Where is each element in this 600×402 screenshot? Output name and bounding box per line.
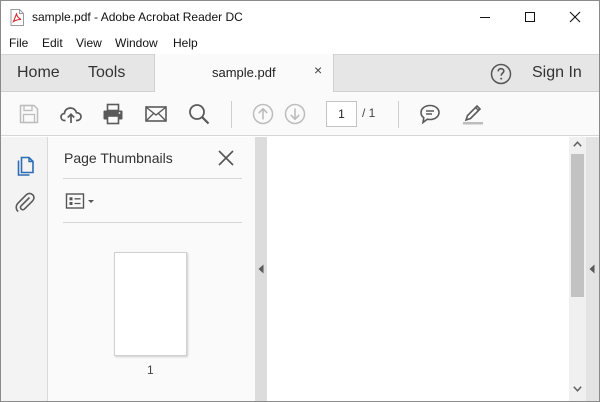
tab-bar: Home Tools sample.pdf × Sign In (1, 54, 599, 92)
close-icon[interactable] (216, 148, 236, 168)
document-view[interactable] (267, 137, 569, 401)
panel-divider (63, 178, 242, 179)
close-icon (569, 11, 580, 23)
minimize-icon (479, 17, 490, 18)
minimize-button[interactable] (462, 1, 507, 33)
page-total: / 1 (362, 106, 376, 120)
collapse-left-icon (258, 264, 264, 274)
document-tab-close-button[interactable]: × (314, 62, 322, 78)
thumbnail-page-label: 1 (147, 363, 154, 377)
menu-help[interactable]: Help (173, 36, 198, 50)
page-thumbnail[interactable] (114, 252, 187, 356)
vertical-scrollbar[interactable] (569, 137, 586, 401)
title-bar: sample.pdf - Adobe Acrobat Reader DC (1, 1, 599, 33)
scroll-up-icon[interactable] (573, 141, 582, 147)
search-icon[interactable] (187, 102, 211, 126)
right-pane-expand-splitter[interactable] (586, 137, 599, 401)
help-circle-icon[interactable] (490, 63, 512, 85)
toolbar-separator (231, 101, 232, 128)
panel-collapse-splitter[interactable] (255, 137, 267, 401)
pdf-file-icon (10, 9, 24, 26)
tools-tab[interactable]: Tools (88, 64, 125, 82)
page-thumbnails-panel: Page Thumbnails 1 (48, 137, 255, 401)
cloud-upload-icon[interactable] (59, 102, 83, 126)
thumbnail-options-icon[interactable] (65, 192, 97, 210)
expand-left-icon (589, 264, 595, 274)
scroll-down-icon[interactable] (573, 386, 582, 392)
sign-in-button[interactable]: Sign In (532, 64, 582, 82)
scrollbar-thumb[interactable] (571, 154, 584, 297)
document-tab[interactable]: sample.pdf × (154, 54, 334, 92)
highlight-pen-icon[interactable] (461, 102, 485, 126)
document-tab-label: sample.pdf (212, 65, 276, 80)
maximize-icon (524, 12, 535, 22)
attachments-icon[interactable] (14, 191, 36, 213)
close-window-button[interactable] (552, 1, 597, 33)
comment-icon[interactable] (418, 102, 442, 126)
page-thumbnails-icon[interactable] (14, 154, 36, 176)
menu-view[interactable]: View (76, 36, 102, 50)
save-icon[interactable] (17, 102, 41, 126)
menu-file[interactable]: File (9, 36, 28, 50)
left-navigation-rail (1, 137, 48, 401)
page-number-input[interactable]: 1 (326, 101, 357, 127)
home-tab[interactable]: Home (17, 64, 60, 82)
panel-divider (63, 222, 242, 223)
menu-bar: File Edit View Window Help (1, 33, 599, 53)
maximize-button[interactable] (507, 1, 552, 33)
next-page-icon[interactable] (283, 102, 307, 126)
panel-title: Page Thumbnails (64, 150, 173, 166)
toolbar-separator (398, 101, 399, 128)
window-title: sample.pdf - Adobe Acrobat Reader DC (32, 10, 243, 24)
acrobat-window: sample.pdf - Adobe Acrobat Reader DC Fil… (0, 0, 600, 402)
menu-edit[interactable]: Edit (42, 36, 63, 50)
toolbar: 1 / 1 (1, 92, 599, 136)
previous-page-icon[interactable] (251, 102, 275, 126)
email-icon[interactable] (144, 102, 168, 126)
menu-window[interactable]: Window (115, 36, 158, 50)
print-icon[interactable] (101, 102, 125, 126)
